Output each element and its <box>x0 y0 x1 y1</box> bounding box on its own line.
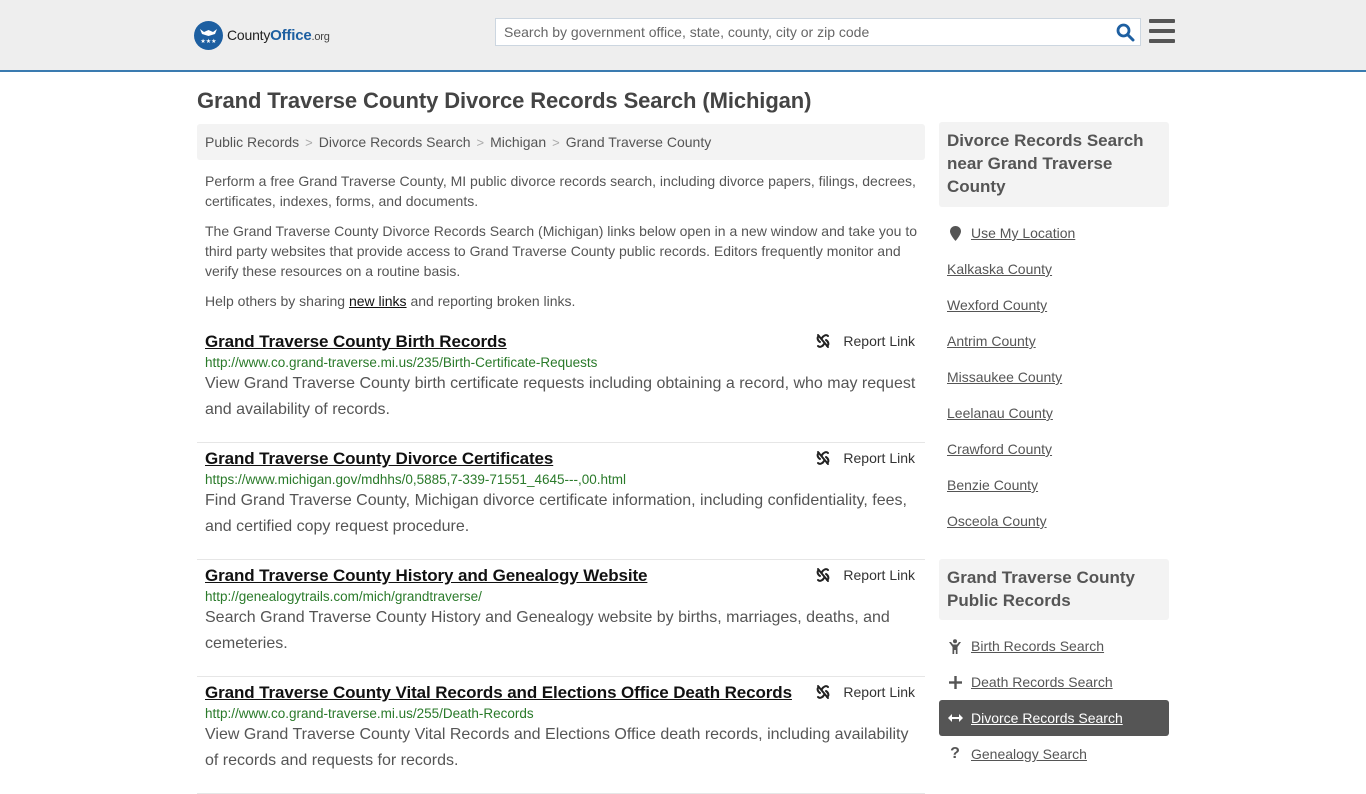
death-records-link[interactable]: Death Records Search <box>971 674 1113 690</box>
report-link-button[interactable]: Report Link <box>815 684 915 700</box>
map-marker-icon <box>947 225 963 241</box>
intro-text: Perform a free Grand Traverse County, MI… <box>205 171 921 321</box>
logo-text: CountyOffice.org <box>227 26 330 44</box>
result-description: View Grand Traverse County birth certifi… <box>205 375 916 418</box>
breadcrumb-michigan[interactable]: Michigan <box>490 134 546 150</box>
nearby-county-item[interactable]: Osceola County <box>939 503 1169 539</box>
sidebar-item-divorce-records[interactable]: Divorce Records Search <box>939 700 1169 736</box>
breadcrumb-public-records[interactable]: Public Records <box>205 134 299 150</box>
intro-paragraph: Help others by sharing new links and rep… <box>205 293 576 309</box>
broken-link-icon <box>817 451 830 465</box>
plus-icon <box>947 675 963 689</box>
result-item: Grand Traverse County Divorce Certificat… <box>197 443 925 560</box>
result-description: Find Grand Traverse County, Michigan div… <box>205 492 907 535</box>
public-records-heading: Grand Traverse County Public Records <box>939 559 1169 620</box>
results-list: Grand Traverse County Birth Records Repo… <box>197 326 925 794</box>
hamburger-menu-icon[interactable] <box>1149 19 1175 43</box>
nearby-heading: Divorce Records Search near Grand Traver… <box>939 122 1169 207</box>
nearby-county-item[interactable]: Antrim County <box>939 323 1169 359</box>
result-url: http://www.co.grand-traverse.mi.us/255/D… <box>205 706 534 721</box>
result-title-link[interactable]: Grand Traverse County Vital Records and … <box>205 683 792 703</box>
sidebar-item-birth-records[interactable]: Birth Records Search <box>939 628 1169 664</box>
arrows-horizontal-icon <box>947 713 963 723</box>
search-input[interactable] <box>496 19 1110 45</box>
broken-link-icon <box>817 685 830 699</box>
breadcrumb-separator: > <box>476 134 485 150</box>
report-link-button[interactable]: Report Link <box>815 567 915 583</box>
use-my-location-item[interactable]: Use My Location <box>939 215 1169 251</box>
broken-link-icon <box>817 568 830 582</box>
result-url: http://genealogytrails.com/mich/grandtra… <box>205 589 482 604</box>
divorce-records-link[interactable]: Divorce Records Search <box>971 710 1123 726</box>
breadcrumb-grand-traverse-county[interactable]: Grand Traverse County <box>566 134 712 150</box>
eagle-stars-logo-icon: ★★★ <box>194 20 223 50</box>
result-description: Search Grand Traverse County History and… <box>205 609 890 652</box>
public-records-list: Birth Records Search Death Records Searc… <box>939 628 1169 772</box>
result-item: Grand Traverse County Birth Records Repo… <box>197 326 925 443</box>
breadcrumb: Public Records > Divorce Records Search … <box>197 124 925 160</box>
broken-link-icon <box>817 334 830 348</box>
child-icon <box>947 638 963 654</box>
site-logo[interactable]: ★★★ CountyOffice.org <box>194 20 330 50</box>
nearby-county-link[interactable]: Missaukee County <box>947 369 1062 385</box>
breadcrumb-separator: > <box>552 134 560 150</box>
nearby-county-item[interactable]: Leelanau County <box>939 395 1169 431</box>
question-icon: ? <box>950 745 960 762</box>
result-title-link[interactable]: Grand Traverse County Divorce Certificat… <box>205 449 553 469</box>
sidebar-item-genealogy[interactable]: ? Genealogy Search <box>939 736 1169 772</box>
sidebar-item-death-records[interactable]: Death Records Search <box>939 664 1169 700</box>
report-link-button[interactable]: Report Link <box>815 450 915 466</box>
nearby-county-link[interactable]: Leelanau County <box>947 405 1053 421</box>
nearby-list: Use My Location Kalkaska County Wexford … <box>939 215 1169 539</box>
svg-text:★★★: ★★★ <box>200 38 216 45</box>
nearby-county-link[interactable]: Crawford County <box>947 441 1052 457</box>
nearby-county-link[interactable]: Benzie County <box>947 477 1038 493</box>
nearby-county-item[interactable]: Benzie County <box>939 467 1169 503</box>
use-my-location-link[interactable]: Use My Location <box>971 225 1075 241</box>
birth-records-link[interactable]: Birth Records Search <box>971 638 1104 654</box>
intro-paragraph: The Grand Traverse County Divorce Record… <box>205 223 918 279</box>
nearby-county-link[interactable]: Antrim County <box>947 333 1036 349</box>
result-description: View Grand Traverse County Vital Records… <box>205 726 909 769</box>
page-title: Grand Traverse County Divorce Records Se… <box>197 88 812 113</box>
nearby-county-item[interactable]: Crawford County <box>939 431 1169 467</box>
breadcrumb-separator: > <box>305 134 313 150</box>
search-box <box>495 18 1141 46</box>
site-header: ★★★ CountyOffice.org <box>0 0 1366 72</box>
new-links-link[interactable]: new links <box>349 293 407 309</box>
result-title-link[interactable]: Grand Traverse County History and Geneal… <box>205 566 647 586</box>
search-button[interactable] <box>1110 19 1140 45</box>
result-item: Grand Traverse County Vital Records and … <box>197 677 925 794</box>
nearby-county-item[interactable]: Missaukee County <box>939 359 1169 395</box>
report-link-button[interactable]: Report Link <box>815 333 915 349</box>
breadcrumb-divorce-records-search[interactable]: Divorce Records Search <box>319 134 471 150</box>
nearby-county-link[interactable]: Osceola County <box>947 513 1047 529</box>
result-title-link[interactable]: Grand Traverse County Birth Records <box>205 332 507 352</box>
result-item: Grand Traverse County History and Geneal… <box>197 560 925 677</box>
nearby-county-item[interactable]: Kalkaska County <box>939 251 1169 287</box>
nearby-county-link[interactable]: Wexford County <box>947 297 1047 313</box>
result-url: http://www.co.grand-traverse.mi.us/235/B… <box>205 355 598 370</box>
intro-paragraph: Perform a free Grand Traverse County, MI… <box>205 173 916 209</box>
genealogy-search-link[interactable]: Genealogy Search <box>971 746 1087 762</box>
nearby-county-link[interactable]: Kalkaska County <box>947 261 1052 277</box>
nearby-county-item[interactable]: Wexford County <box>939 287 1169 323</box>
search-icon <box>1116 23 1134 41</box>
result-url: https://www.michigan.gov/mdhhs/0,5885,7-… <box>205 472 626 487</box>
